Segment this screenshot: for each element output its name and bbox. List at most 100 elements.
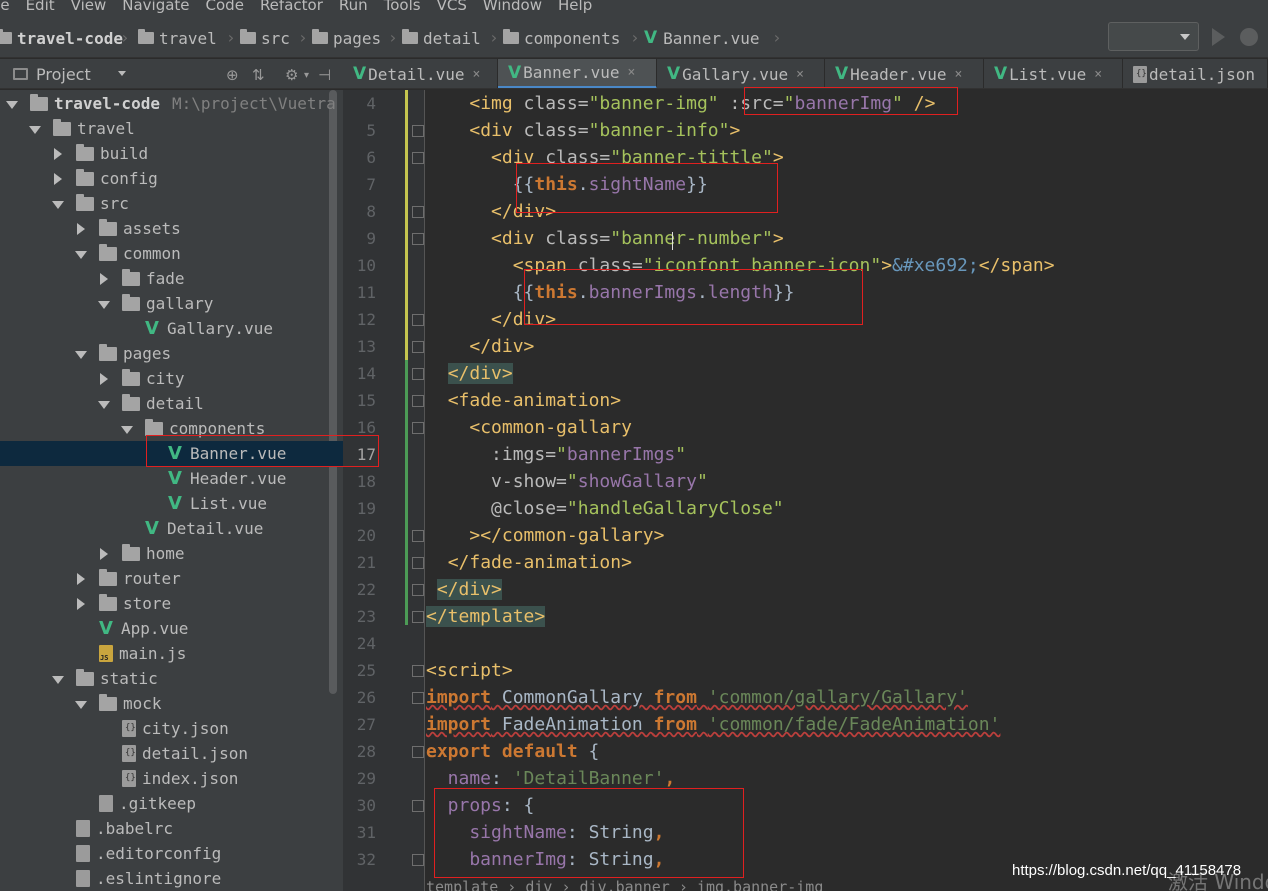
chevron-down-icon[interactable]	[29, 125, 41, 134]
tree-item-detail[interactable]: detail	[0, 391, 343, 416]
breadcrumb-src[interactable]: src	[240, 28, 290, 48]
close-icon[interactable]: ×	[628, 65, 636, 80]
breadcrumb-travel[interactable]: travel	[138, 28, 217, 48]
chevron-down-icon[interactable]	[75, 350, 87, 359]
breadcrumb-detail[interactable]: detail	[402, 28, 481, 48]
structure-breadcrumb[interactable]: template › div › div.banner › img.banner…	[426, 878, 1026, 891]
chevron-down-icon[interactable]	[98, 400, 110, 409]
tree-item-common[interactable]: common	[0, 241, 343, 266]
chevron-right-icon[interactable]	[54, 172, 62, 185]
tree-item-mock[interactable]: mock	[0, 691, 343, 716]
fold-marker-icon[interactable]	[412, 746, 424, 758]
breadcrumb-banner-vue[interactable]: V Banner.vue	[644, 28, 760, 48]
chevron-right-icon[interactable]	[77, 572, 85, 585]
tree-item-config[interactable]: config	[0, 166, 343, 191]
tree-item-editorconfig[interactable]: .editorconfig	[0, 841, 343, 866]
tree-item-banner-vue[interactable]: V Banner.vue	[0, 441, 343, 466]
fold-marker-icon[interactable]	[412, 665, 424, 677]
tree-item-components[interactable]: components	[0, 416, 343, 441]
chevron-right-icon[interactable]	[100, 372, 108, 385]
chevron-right-icon[interactable]	[77, 222, 85, 235]
fold-marker-icon[interactable]	[412, 584, 424, 596]
tree-item-fade[interactable]: fade	[0, 266, 343, 291]
chevron-down-icon[interactable]: ▾	[304, 70, 309, 81]
breadcrumb-travel-code[interactable]: travel-code	[0, 28, 123, 48]
tree-item-main-js[interactable]: main.js	[0, 641, 343, 666]
close-icon[interactable]: ×	[955, 67, 963, 82]
fold-marker-icon[interactable]	[412, 530, 424, 542]
close-icon[interactable]: ×	[796, 67, 804, 82]
chevron-down-icon[interactable]	[118, 71, 126, 76]
tree-item-detail-vue[interactable]: V Detail.vue	[0, 516, 343, 541]
tree-item-static[interactable]: static	[0, 666, 343, 691]
chevron-down-icon[interactable]	[75, 250, 87, 259]
chevron-down-icon[interactable]	[6, 100, 18, 109]
tab-header-vue[interactable]: V Header.vue ×	[825, 59, 984, 88]
code-editor[interactable]: <img class="banner-img" :src="bannerImg"…	[426, 90, 1268, 891]
menu-view[interactable]: View	[71, 0, 107, 13]
chevron-down-icon[interactable]	[98, 300, 110, 309]
chevron-right-icon[interactable]	[100, 272, 108, 285]
fold-marker-icon[interactable]	[412, 233, 424, 245]
tree-item-header-vue[interactable]: V Header.vue	[0, 466, 343, 491]
fold-marker-icon[interactable]	[412, 125, 424, 137]
hide-panel-icon[interactable]: ⊣	[318, 66, 331, 84]
menu-help[interactable]: Help	[558, 0, 592, 13]
chevron-down-icon[interactable]	[52, 200, 64, 209]
tree-item-router[interactable]: router	[0, 566, 343, 591]
tree-item-list-vue[interactable]: V List.vue	[0, 491, 343, 516]
debug-icon[interactable]	[1240, 28, 1258, 46]
fold-marker-icon[interactable]	[412, 611, 424, 623]
tree-item-build[interactable]: build	[0, 141, 343, 166]
close-icon[interactable]: ×	[473, 67, 481, 82]
chevron-right-icon[interactable]	[100, 547, 108, 560]
menu-refactor[interactable]: Refactor	[260, 0, 323, 13]
run-configuration-select[interactable]	[1108, 22, 1199, 51]
chevron-down-icon[interactable]	[121, 425, 133, 434]
tab-banner-vue[interactable]: V Banner.vue ×	[498, 59, 657, 88]
tree-item-pages[interactable]: pages	[0, 341, 343, 366]
project-panel-title[interactable]: Project	[36, 65, 91, 84]
fold-marker-icon[interactable]	[412, 800, 424, 812]
tree-item-store[interactable]: store	[0, 591, 343, 616]
chevron-right-icon[interactable]	[54, 147, 62, 160]
fold-marker-icon[interactable]	[412, 341, 424, 353]
fold-marker-icon[interactable]	[412, 395, 424, 407]
tab-detail-json[interactable]: detail.json	[1123, 59, 1268, 88]
fold-marker-icon[interactable]	[412, 854, 424, 866]
menu-code[interactable]: Code	[206, 0, 244, 13]
tree-item-eslintignore[interactable]: .eslintignore	[0, 866, 343, 891]
chevron-right-icon[interactable]	[77, 597, 85, 610]
locate-icon[interactable]: ⊕	[226, 66, 239, 84]
breadcrumb-components[interactable]: components	[503, 28, 620, 48]
menu-edit[interactable]: Edit	[26, 0, 55, 13]
tree-item-gallary-vue[interactable]: V Gallary.vue	[0, 316, 343, 341]
menu-run[interactable]: Run	[339, 0, 368, 13]
run-icon[interactable]	[1212, 28, 1225, 46]
tab-list-vue[interactable]: V List.vue ×	[984, 59, 1123, 88]
tab-detail-vue[interactable]: V Detail.vue ×	[343, 59, 498, 88]
fold-marker-icon[interactable]	[412, 314, 424, 326]
tree-item-src[interactable]: src	[0, 191, 343, 216]
breadcrumb-pages[interactable]: pages	[312, 28, 381, 48]
tree-item-home[interactable]: home	[0, 541, 343, 566]
fold-marker-icon[interactable]	[412, 422, 424, 434]
tree-item-assets[interactable]: assets	[0, 216, 343, 241]
tree-item-babelrc[interactable]: .babelrc	[0, 816, 343, 841]
chevron-down-icon[interactable]	[52, 675, 64, 684]
chevron-down-icon[interactable]	[75, 700, 87, 709]
menu-file[interactable]: ile	[0, 0, 10, 13]
fold-marker-icon[interactable]	[412, 557, 424, 569]
fold-marker-icon[interactable]	[412, 368, 424, 380]
tree-item-city[interactable]: city	[0, 366, 343, 391]
menu-vcs[interactable]: VCS	[437, 0, 467, 13]
collapse-all-icon[interactable]: ⇅	[252, 66, 265, 84]
tree-item-app-vue[interactable]: V App.vue	[0, 616, 343, 641]
fold-marker-icon[interactable]	[412, 692, 424, 704]
tree-item-travel[interactable]: travel	[0, 116, 343, 141]
tree-item-detail-json[interactable]: detail.json	[0, 741, 343, 766]
tree-item-city-json[interactable]: city.json	[0, 716, 343, 741]
tree-item-gallary[interactable]: gallary	[0, 291, 343, 316]
tree-item-gitkeep[interactable]: .gitkeep	[0, 791, 343, 816]
fold-marker-icon[interactable]	[412, 152, 424, 164]
